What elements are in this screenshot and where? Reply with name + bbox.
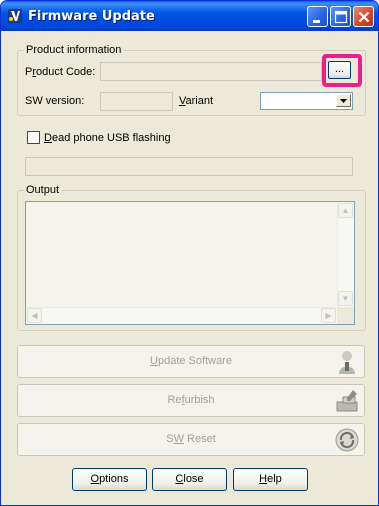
maximize-button[interactable] [330,6,351,27]
scroll-left-button[interactable]: ◀ [27,308,42,323]
product-code-field[interactable] [100,62,322,81]
options-button[interactable]: Options [72,468,147,491]
person-icon [339,351,355,374]
sw-version-label: SW version: [25,95,85,107]
scrollbar-corner [337,307,354,324]
vertical-scrollbar[interactable]: ▲ ▼ [337,202,354,307]
browse-button[interactable]: ... [328,61,351,79]
sw-version-field [100,92,173,111]
output-log[interactable]: ▲ ▼ ◀ ▶ [25,201,355,325]
close-button[interactable]: Close [152,468,227,491]
browse-highlight: ... [322,54,362,87]
window-title: Firmware Update [28,9,155,24]
product-information-label: Product information [24,44,124,56]
minimize-icon [313,20,320,23]
tools-icon [336,390,358,412]
sw-reset-button[interactable]: SW Reset [17,423,365,456]
scroll-up-button[interactable]: ▲ [338,203,353,218]
dead-phone-checkbox[interactable] [27,131,40,144]
variant-label: Variant [179,95,214,107]
title-bar[interactable]: Firmware Update [1,1,378,31]
update-software-button[interactable]: Update Software [17,345,365,378]
refurbish-label: Refurbish [167,394,215,406]
close-window-button[interactable] [353,6,374,27]
chevron-down-icon [340,99,347,103]
progress-bar [25,157,353,176]
app-icon [8,9,22,23]
close-icon [358,11,370,23]
scroll-down-button[interactable]: ▼ [338,291,353,306]
minimize-button[interactable] [307,6,328,27]
variant-dropdown-arrow[interactable] [336,94,351,107]
sw-reset-label: SW Reset [166,433,216,445]
horizontal-scrollbar[interactable]: ◀ ▶ [26,307,337,324]
update-software-label: Update Software [150,355,232,367]
refurbish-button[interactable]: Refurbish [17,384,365,417]
variant-dropdown[interactable] [260,92,353,110]
scroll-right-button[interactable]: ▶ [321,308,336,323]
reset-icon [335,428,359,452]
product-code-label: Product Code: [25,66,96,78]
maximize-icon [334,10,348,24]
output-label: Output [24,184,62,196]
dialog-client-area: Product information Product Code: ... SW… [4,31,375,504]
dead-phone-label[interactable]: Dead phone USB flashing [44,132,171,144]
help-button[interactable]: Help [233,468,308,491]
firmware-update-window: Firmware Update Product information Prod… [0,0,379,506]
